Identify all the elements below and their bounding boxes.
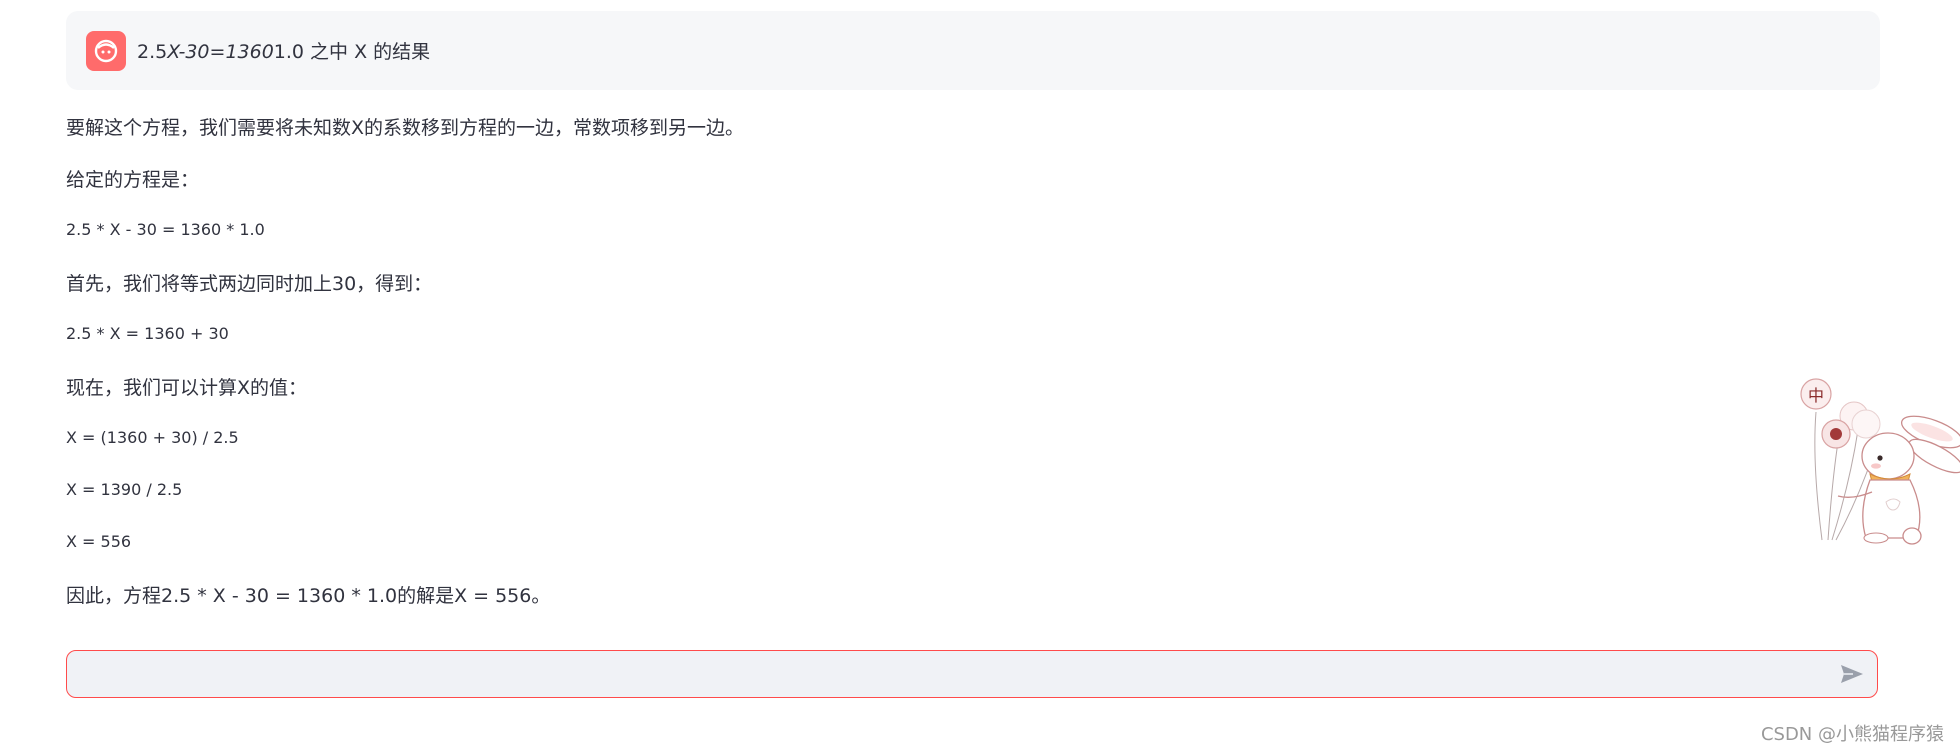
balloon-label: 中 <box>1808 386 1824 405</box>
answer-equation: 2.5 * X = 1360 + 30 <box>66 324 229 343</box>
bunny-balloon-icon: 中 <box>1800 378 1960 545</box>
answer-paragraph: 给定的方程是： <box>66 169 200 191</box>
watermark: CSDN @小熊猫程序猿 <box>1760 724 1944 745</box>
user-avatar <box>86 30 126 71</box>
send-button[interactable] <box>1837 660 1867 688</box>
user-message-text: 2.5X-30=13601.0 之中 X 的结果 <box>137 41 431 63</box>
answer-equation: X = 556 <box>66 532 132 551</box>
send-icon <box>1841 665 1863 683</box>
face-icon <box>94 39 118 62</box>
chat-input-container <box>66 650 1878 698</box>
answer-paragraph: 现在，我们可以计算X的值： <box>66 377 308 399</box>
answer-paragraph: 首先，我们将等式两边同时加上30，得到： <box>66 273 433 295</box>
answer-equation: 2.5 * X - 30 = 1360 * 1.0 <box>66 220 265 239</box>
answer-equation: X = (1360 + 30) / 2.5 <box>66 428 239 447</box>
answer-equation: X = 1390 / 2.5 <box>66 480 183 499</box>
answer-paragraph: 因此，方程2.5 * X - 30 = 1360 * 1.0的解是X = 556… <box>66 585 551 607</box>
chat-input[interactable] <box>81 651 1825 698</box>
answer-paragraph: 要解这个方程，我们需要将未知数X的系数移到方程的一边，常数项移到另一边。 <box>66 117 745 139</box>
chat-app: 2.5X-30=13601.0 之中 X 的结果 要解这个方程，我们需要将未知数… <box>0 0 1960 753</box>
user-message: 2.5X-30=13601.0 之中 X 的结果 <box>66 11 1880 90</box>
bunny-mascot-illustration: 中 <box>1792 372 1960 550</box>
